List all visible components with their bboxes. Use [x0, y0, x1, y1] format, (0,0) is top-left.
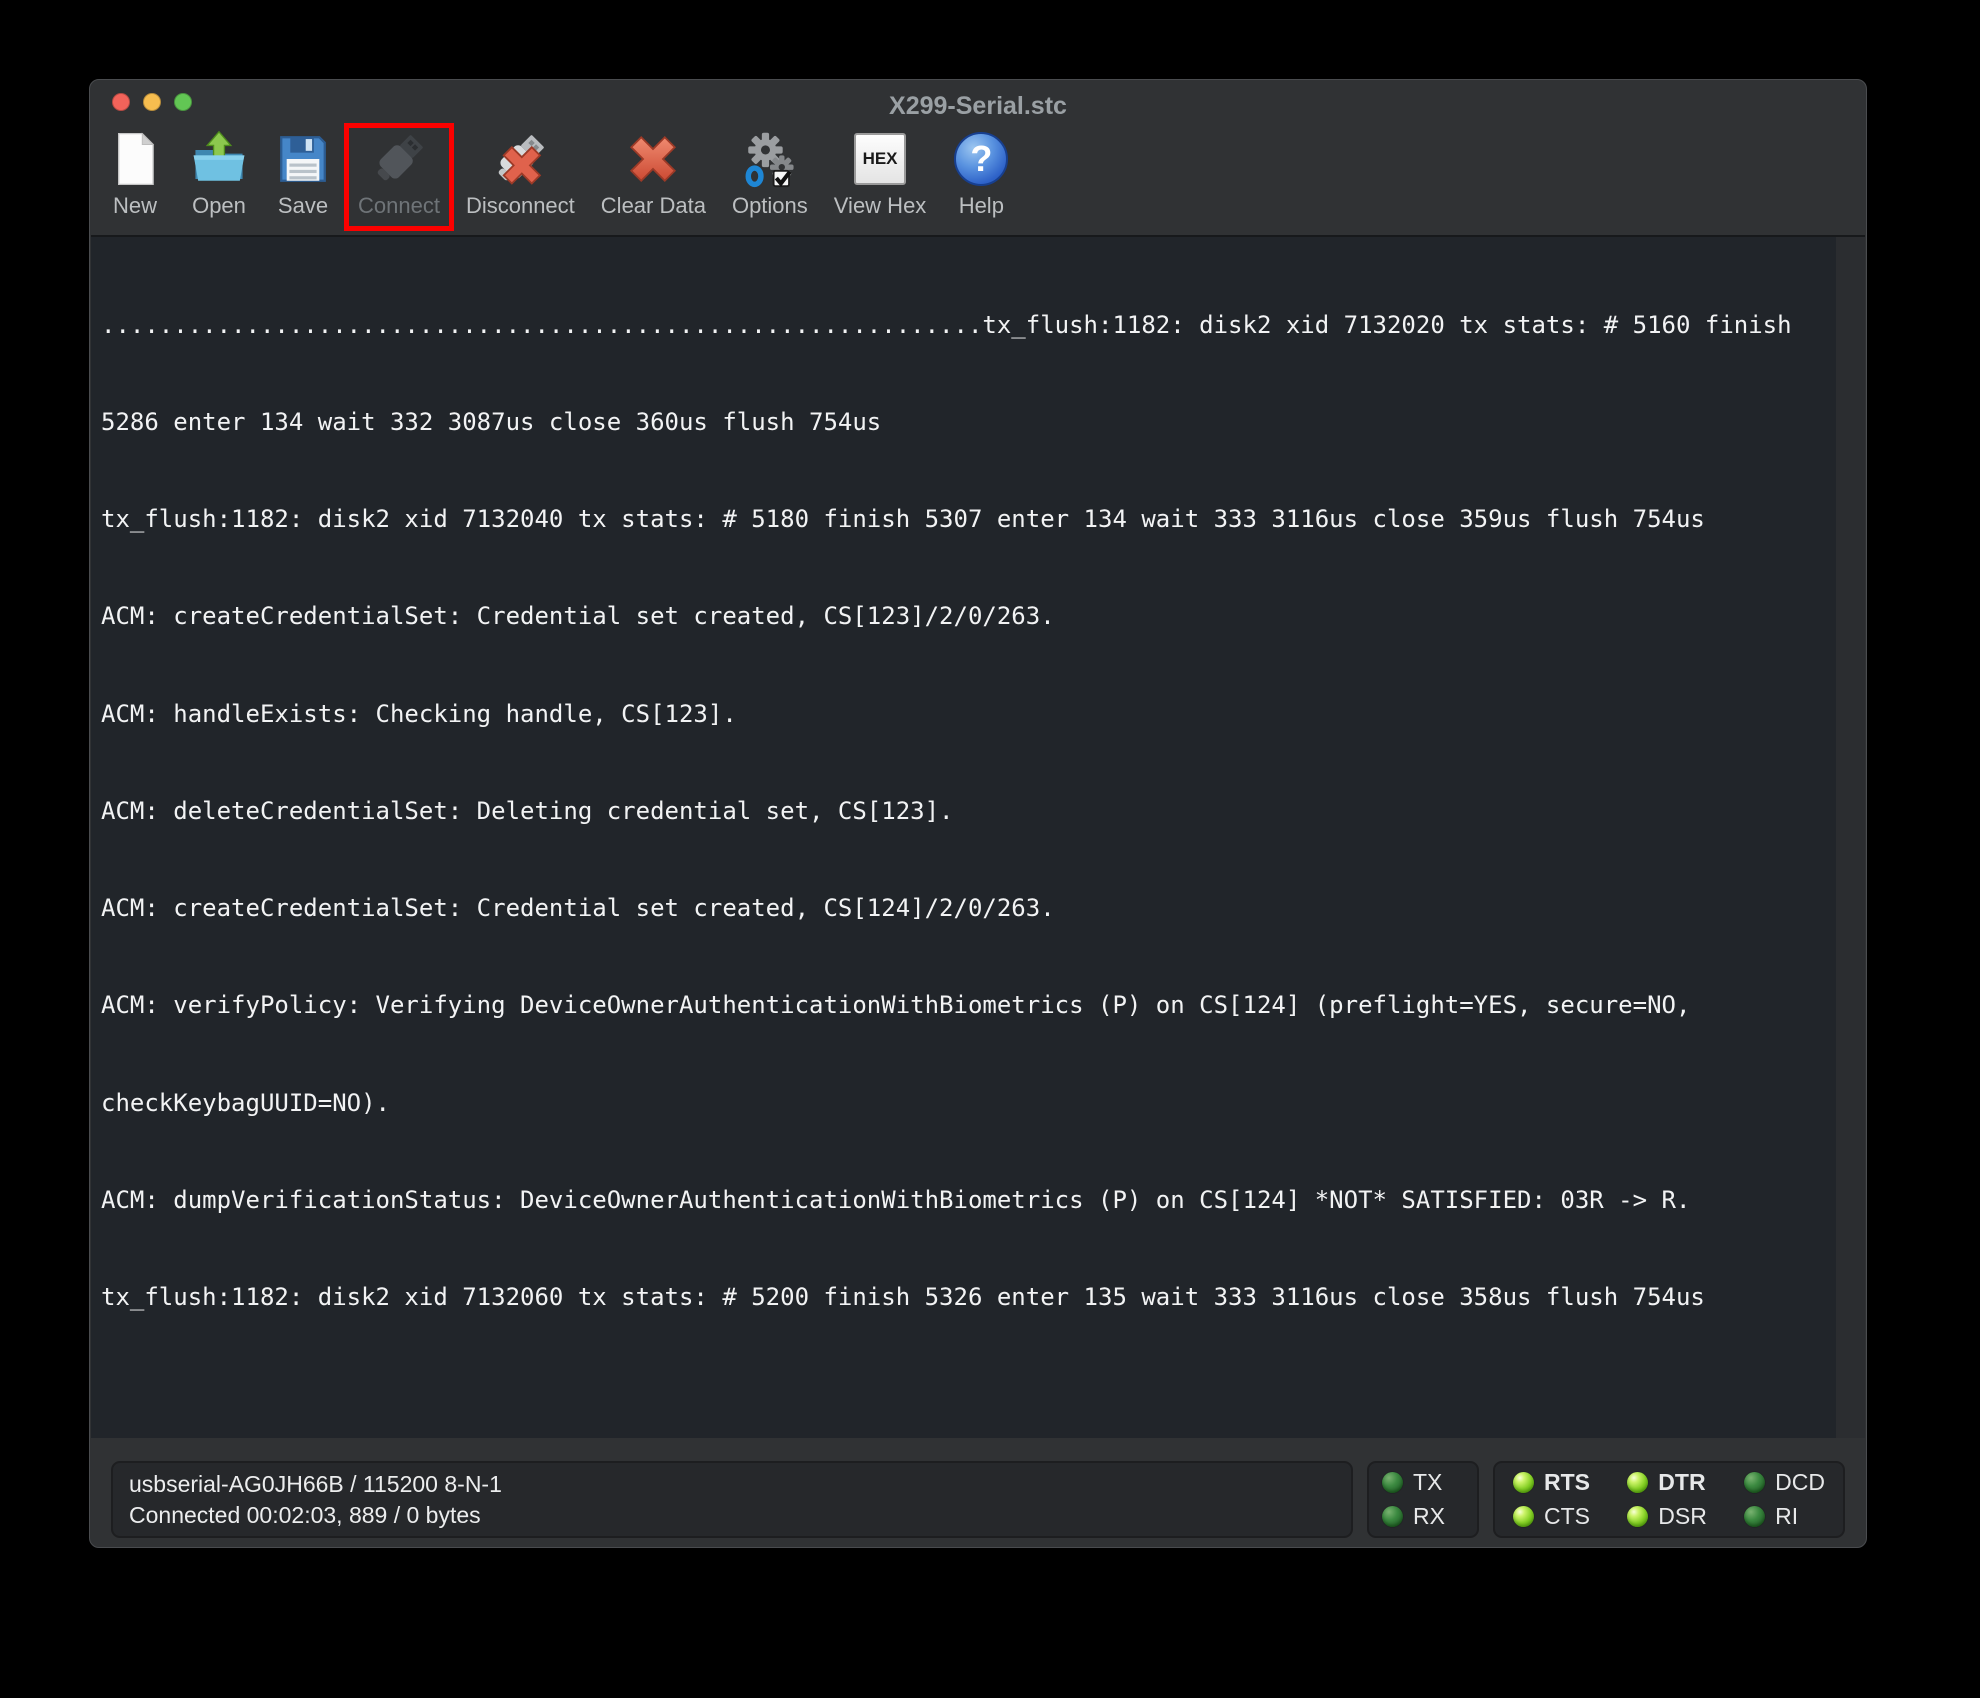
- traffic-lights: [112, 93, 192, 111]
- terminal-line: ACM: createCredentialSet: Credential set…: [101, 894, 1055, 923]
- toolbar-label: New: [112, 193, 157, 218]
- cts-led-label: CTS: [1544, 1503, 1590, 1529]
- terminal-line: ACM: createCredentialSet: Credential set…: [101, 602, 1055, 631]
- terminal-line: tx_flush:1182: disk2 xid 7132060 tx stat…: [101, 1283, 1705, 1311]
- toolbar-label: Save: [277, 193, 329, 218]
- rx-led-label: RX: [1413, 1503, 1445, 1529]
- usb-plug-icon: [370, 130, 428, 188]
- dsr-led-label: DSR: [1658, 1503, 1707, 1529]
- dcd-led-indicator: [1744, 1472, 1766, 1493]
- terminal-line: ACM: verifyPolicy: Verifying DeviceOwner…: [101, 991, 1691, 1020]
- usb-plug-x-icon: [491, 130, 549, 188]
- dtr-led-label: DTR: [1658, 1469, 1706, 1495]
- red-x-icon: [624, 130, 682, 188]
- zoom-button[interactable]: [174, 93, 192, 111]
- dcd-led-label: DCD: [1775, 1469, 1825, 1495]
- title-bar[interactable]: X299-Serial.stc: [90, 80, 1866, 124]
- new-document-icon: [106, 130, 164, 188]
- rx-led-indicator: [1382, 1506, 1403, 1527]
- toolbar-label: Options: [731, 193, 808, 218]
- port-info-box: usbserial-AG0JH66B / 115200 8-N-1 Connec…: [111, 1461, 1353, 1538]
- dcd-led-item: DCD: [1744, 1469, 1825, 1496]
- ri-led-item: RI: [1744, 1503, 1825, 1530]
- toolbar-button-view-hex[interactable]: HEX View Hex: [833, 130, 927, 219]
- gears-icon: [741, 130, 799, 188]
- terminal-line: checkKeybagUUID=NO).: [101, 1088, 390, 1117]
- app-window: X299-Serial.stc New Open Save Connect Di…: [89, 79, 1867, 1548]
- rx-led-item: RX: [1382, 1503, 1464, 1530]
- dtr-led-indicator: [1627, 1472, 1649, 1493]
- modem-led-box: RTS CTS DTR DSR DCD RI: [1493, 1461, 1845, 1538]
- toolbar-button-open[interactable]: Open: [190, 130, 248, 219]
- toolbar-button-save[interactable]: Save: [274, 130, 332, 219]
- toolbar-label: Clear Data: [600, 193, 706, 218]
- terminal-output[interactable]: ........................................…: [91, 235, 1837, 1438]
- rts-toggle[interactable]: RTS: [1513, 1469, 1590, 1496]
- toolbar-label: Help: [958, 193, 1004, 218]
- scrollbar-track[interactable]: [1836, 235, 1865, 1438]
- ri-led-indicator: [1744, 1506, 1766, 1527]
- dsr-led-indicator: [1627, 1506, 1649, 1527]
- tx-led-label: TX: [1413, 1469, 1443, 1495]
- cts-led-indicator: [1513, 1506, 1534, 1527]
- dtr-toggle[interactable]: DTR: [1627, 1469, 1707, 1496]
- hex-box-icon: HEX: [851, 130, 909, 188]
- terminal-line: ACM: deleteCredentialSet: Deleting crede…: [101, 796, 954, 825]
- toolbar-button-disconnect[interactable]: Disconnect: [466, 130, 575, 219]
- toolbar: New Open Save Connect Disconnect Clear D…: [90, 123, 1866, 235]
- rts-led-indicator: [1513, 1472, 1534, 1493]
- toolbar-button-options[interactable]: Options: [732, 130, 808, 219]
- terminal-line: ACM: dumpVerificationStatus: DeviceOwner…: [101, 1185, 1691, 1214]
- modem-led-column: RTS CTS: [1513, 1469, 1590, 1530]
- question-mark-icon: ?: [952, 130, 1010, 188]
- terminal-line: ACM: handleExists: Checking handle, CS[1…: [101, 699, 737, 728]
- toolbar-button-connect[interactable]: Connect: [344, 123, 454, 231]
- toolbar-label: Disconnect: [465, 193, 575, 218]
- ri-led-label: RI: [1775, 1503, 1799, 1529]
- terminal-line: 5286 enter 134 wait 332 3087us close 360…: [101, 408, 882, 437]
- terminal-line: ........................................…: [101, 310, 1792, 339]
- toolbar-label: View Hex: [833, 193, 927, 218]
- minimize-button[interactable]: [143, 93, 161, 111]
- tx-rx-led-box: TX RX: [1367, 1461, 1479, 1538]
- dsr-led-item: DSR: [1627, 1503, 1707, 1530]
- terminal-line: tx_flush:1182: disk2 xid 7132040 tx stat…: [101, 505, 1705, 534]
- modem-led-column: DTR DSR: [1627, 1469, 1707, 1530]
- tx-led-indicator: [1382, 1472, 1403, 1493]
- help-icon-glyph: ?: [954, 132, 1009, 186]
- toolbar-button-help[interactable]: ? Help: [952, 130, 1010, 219]
- connection-status-text: Connected 00:02:03, 889 / 0 bytes: [129, 1501, 481, 1528]
- close-button[interactable]: [112, 93, 130, 111]
- open-folder-icon: [190, 130, 248, 188]
- toolbar-button-clear-data[interactable]: Clear Data: [601, 130, 706, 219]
- toolbar-label: Open: [192, 193, 246, 218]
- status-bar: usbserial-AG0JH66B / 115200 8-N-1 Connec…: [90, 1461, 1866, 1538]
- cts-led-item: CTS: [1513, 1503, 1590, 1530]
- hex-icon-text: HEX: [854, 133, 907, 185]
- port-settings-text: usbserial-AG0JH66B / 115200 8-N-1: [129, 1470, 502, 1497]
- save-floppy-icon: [274, 130, 332, 188]
- toolbar-label: Connect: [358, 193, 440, 218]
- tx-led-item: TX: [1382, 1469, 1464, 1496]
- rts-led-label: RTS: [1544, 1469, 1590, 1495]
- window-title: X299-Serial.stc: [889, 91, 1067, 120]
- toolbar-button-new[interactable]: New: [106, 130, 164, 219]
- modem-led-column: DCD RI: [1744, 1469, 1825, 1530]
